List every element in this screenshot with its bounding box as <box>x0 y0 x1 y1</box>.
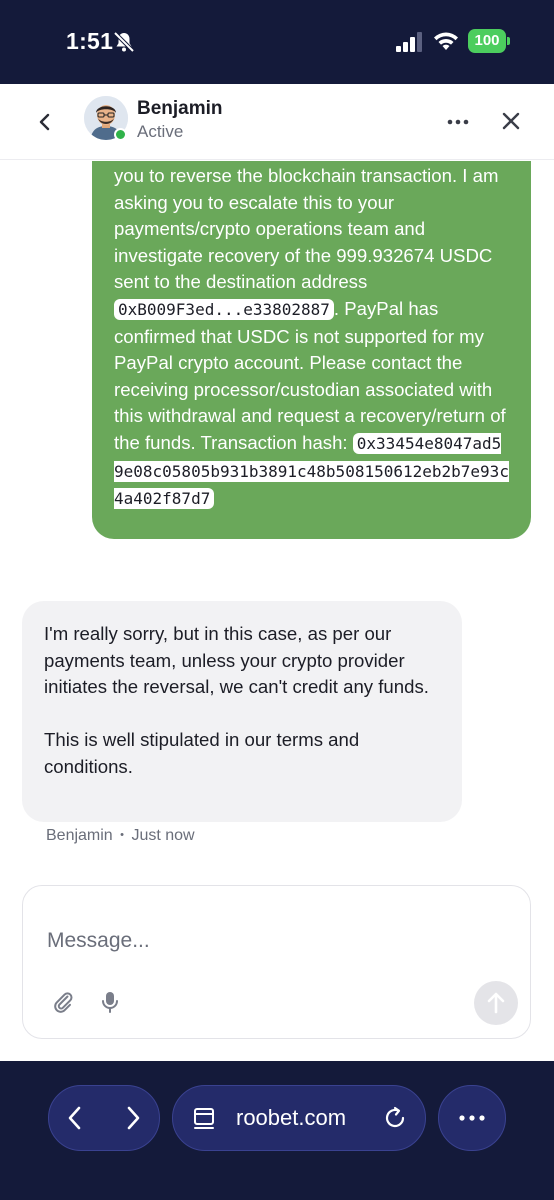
close-icon[interactable] <box>496 106 526 136</box>
page-menu-icon[interactable] <box>192 1106 216 1130</box>
agent-message-paragraph: This is well stipulated in our terms and… <box>44 729 360 777</box>
message-author: Benjamin <box>46 827 113 844</box>
message-time: Just now <box>131 827 195 844</box>
agent-message-bubble: I'm really sorry, but in this case, as p… <box>22 601 462 822</box>
arrow-up-icon <box>487 992 505 1014</box>
microphone-icon[interactable] <box>99 990 121 1014</box>
back-chevron-icon[interactable] <box>30 108 58 136</box>
wifi-icon <box>434 32 458 50</box>
user-message-text: you to reverse the blockchain transactio… <box>114 165 499 293</box>
destination-address-code: 0xB009F3ed...e33802887 <box>114 298 334 320</box>
paperclip-icon[interactable] <box>51 990 75 1014</box>
browser-forward-icon[interactable] <box>120 1103 146 1133</box>
user-message-text-continued: . PayPal has confirmed that USDC is not … <box>114 297 506 453</box>
status-time: 1:51 <box>66 28 114 54</box>
more-menu-icon[interactable] <box>456 1108 488 1128</box>
battery-indicator: 100 <box>468 29 506 53</box>
message-meta: Benjamin • Just now <box>46 827 195 845</box>
agent-name: Benjamin <box>137 98 223 119</box>
cellular-signal-icon <box>396 32 422 52</box>
message-input[interactable] <box>47 926 487 956</box>
url-text[interactable]: roobet.com <box>236 1105 346 1131</box>
reload-icon[interactable] <box>382 1105 408 1131</box>
send-button[interactable] <box>474 981 518 1025</box>
browser-back-icon[interactable] <box>62 1103 88 1133</box>
agent-status: Active <box>137 122 184 141</box>
battery-tip <box>507 37 510 45</box>
user-message-bubble: you to reverse the blockchain transactio… <box>92 161 531 539</box>
more-options-icon[interactable] <box>444 108 472 136</box>
chat-header: Benjamin Active <box>0 84 554 160</box>
message-composer <box>22 885 531 1039</box>
browser-toolbar: roobet.com <box>0 1061 554 1200</box>
bell-off-icon <box>113 31 135 53</box>
status-bar: 1:51 100 <box>0 0 554 84</box>
online-status-dot <box>114 128 127 141</box>
agent-message-paragraph: I'm really sorry, but in this case, as p… <box>44 623 429 698</box>
chat-message-list[interactable]: you to reverse the blockchain transactio… <box>0 161 554 885</box>
meta-separator: • <box>120 829 125 841</box>
